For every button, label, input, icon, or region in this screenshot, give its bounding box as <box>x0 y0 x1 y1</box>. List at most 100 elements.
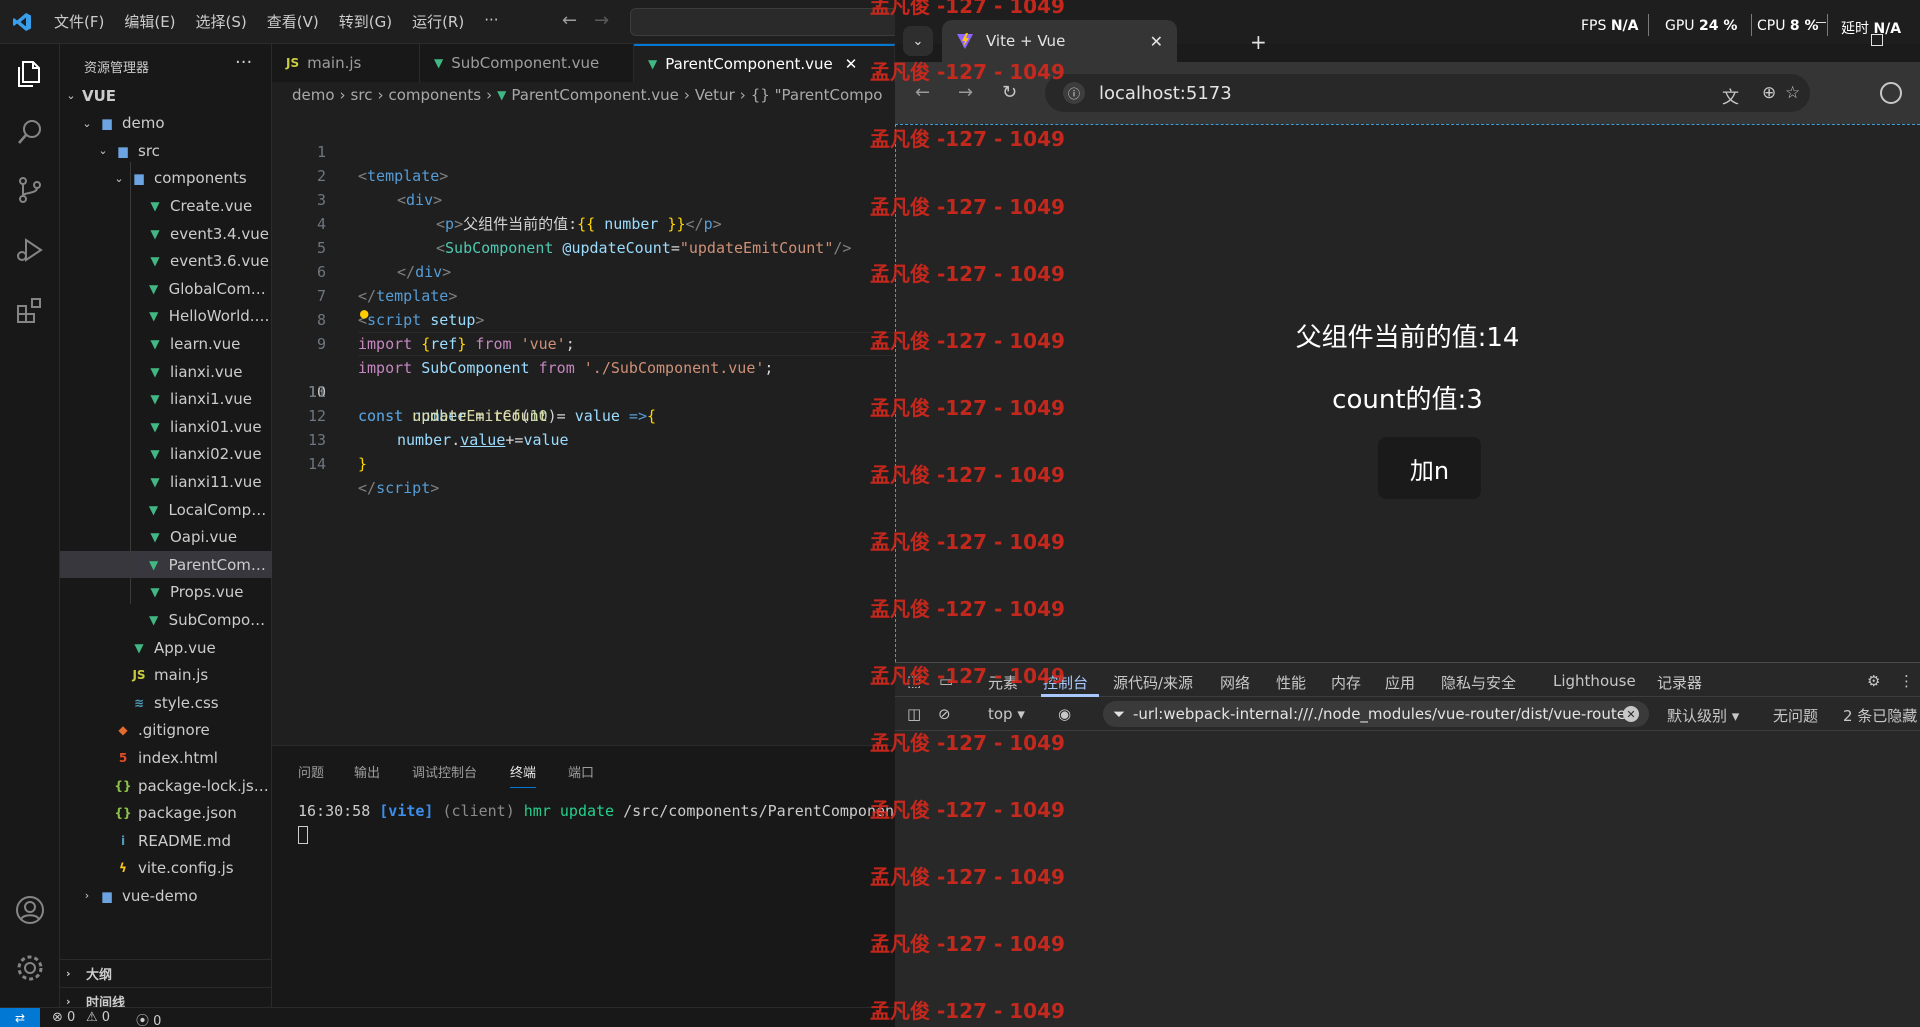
bookmark-star-icon[interactable]: ☆ <box>1785 83 1800 103</box>
devtools-tab-privacy[interactable]: 隐私与安全 <box>1441 672 1516 693</box>
tree-file[interactable]: ▼ lianxi11.vue <box>60 468 272 495</box>
devtools-tab-console[interactable]: 控制台 <box>1043 672 1088 693</box>
devtools-tab-recorder[interactable]: 记录器 <box>1657 672 1702 693</box>
devtools-more-icon[interactable]: ⋮ <box>1899 672 1914 690</box>
devtools-tab-memory[interactable]: 内存 <box>1331 672 1361 693</box>
tree-folder[interactable]: ⌄ ▆ src <box>60 137 272 164</box>
tree-file[interactable]: ≋ style.css <box>60 689 272 716</box>
panel-tab-terminal[interactable]: 终端 <box>510 762 537 788</box>
breadcrumb-item[interactable]: components <box>388 86 481 104</box>
code-editor[interactable]: 1 <template> 2 <div> 3 <p>父组件当前的值:{{ num… <box>272 108 895 745</box>
devtools-tab-elements[interactable]: 元素 <box>988 672 1018 693</box>
errors-indicator[interactable]: ⊗ 0 <box>52 1010 75 1025</box>
tab-subcomponent[interactable]: ▼ SubComponent.vue <box>420 44 634 82</box>
panel-tab-problems[interactable]: 问题 <box>298 762 324 781</box>
close-tab-icon[interactable]: ✕ <box>1150 32 1163 51</box>
tree-folder[interactable]: ⌄ VUE <box>60 82 272 109</box>
run-debug-icon[interactable] <box>14 234 46 266</box>
tree-file[interactable]: JS main.js <box>60 662 272 689</box>
search-icon[interactable] <box>14 116 46 148</box>
address-bar[interactable]: ⓘ localhost:5173 文 ⊕ ☆ <box>1045 74 1810 112</box>
breadcrumb-item[interactable]: ParentComponent.vue <box>511 86 678 104</box>
log-level-dropdown[interactable]: 默认级别 ▾ <box>1667 705 1739 726</box>
tree-file[interactable]: 5 index.html <box>60 744 272 771</box>
tree-file[interactable]: ▼ GlobalCompo... <box>60 275 272 302</box>
devtools-tab-performance[interactable]: 性能 <box>1276 672 1306 693</box>
tree-file[interactable]: ▼ Oapi.vue <box>60 524 272 551</box>
device-toolbar-icon[interactable]: ▭ <box>939 672 953 690</box>
tree-file[interactable]: ▼ event3.6.vue <box>60 248 272 275</box>
menu-file[interactable]: 文件(F) <box>54 11 104 32</box>
warnings-indicator[interactable]: ⚠ 0 <box>86 1010 110 1025</box>
forward-icon[interactable]: → <box>958 82 973 103</box>
tree-folder[interactable]: › ▆ vue-demo <box>60 882 272 909</box>
live-expression-eye-icon[interactable]: ◉ <box>1058 705 1071 723</box>
clear-filter-icon[interactable]: ✕ <box>1623 706 1639 722</box>
new-tab-icon[interactable]: + <box>1250 30 1267 54</box>
tree-file[interactable]: ▼ lianxi01.vue <box>60 413 272 440</box>
tree-file[interactable]: ▼ App.vue <box>60 634 272 661</box>
account-icon[interactable] <box>14 894 46 926</box>
terminal-output[interactable]: 16:30:58 [vite] (client) hmr update /src… <box>298 802 894 820</box>
sidebar-toggle-icon[interactable]: ◫ <box>907 705 921 723</box>
breadcrumb-item[interactable]: src <box>351 86 373 104</box>
menu-more[interactable]: ··· <box>484 11 498 32</box>
tab-main-js[interactable]: JS main.js <box>272 44 420 82</box>
menu-go[interactable]: 转到(G) <box>339 11 392 32</box>
menu-edit[interactable]: 编辑(E) <box>124 11 175 32</box>
tree-folder[interactable]: ⌄ ▆ components <box>60 165 272 192</box>
tree-file[interactable]: ▼ ParentCompo... <box>60 551 272 579</box>
tab-parentcomponent[interactable]: ▼ ParentComponent.vue ✕ <box>634 44 895 82</box>
devtools-settings-gear-icon[interactable]: ⚙ <box>1867 672 1880 690</box>
close-icon[interactable]: ✕ <box>845 55 858 73</box>
inspect-element-icon[interactable]: ⬚ <box>907 672 921 690</box>
back-icon[interactable]: ← <box>915 82 930 103</box>
nav-back-icon[interactable]: ← <box>562 10 577 31</box>
tree-file[interactable]: {} package.json <box>60 800 272 827</box>
devtools-tab-sources[interactable]: 源代码/来源 <box>1113 672 1193 693</box>
devtools-tab-network[interactable]: 网络 <box>1220 672 1250 693</box>
panel-tab-debug-console[interactable]: 调试控制台 <box>412 762 477 781</box>
explorer-icon[interactable] <box>14 58 46 90</box>
site-info-icon[interactable]: ⓘ <box>1063 82 1085 104</box>
panel-tab-ports[interactable]: 端口 <box>568 762 594 781</box>
tree-file[interactable]: ▼ Props.vue <box>60 579 272 606</box>
menu-view[interactable]: 查看(V) <box>267 11 319 32</box>
section-outline[interactable]: › 大纲 <box>60 959 272 987</box>
tree-file[interactable]: ▼ Create.vue <box>60 192 272 219</box>
tree-file[interactable]: ϟ vite.config.js <box>60 855 272 882</box>
tree-folder[interactable]: ⌄ ▆ demo <box>60 110 272 137</box>
tab-search-icon[interactable]: ⌄ <box>903 26 933 56</box>
explorer-more-icon[interactable]: ··· <box>235 52 252 73</box>
tree-file[interactable]: ▼ SubCompone... <box>60 606 272 633</box>
tree-file[interactable]: ▼ LocalCompon... <box>60 496 272 523</box>
tree-file[interactable]: ▼ HelloWorld.vue <box>60 303 272 330</box>
source-control-icon[interactable] <box>14 174 46 206</box>
translate-icon[interactable]: 文 <box>1722 83 1739 108</box>
tree-file[interactable]: ▼ lianxi02.vue <box>60 441 272 468</box>
clear-console-icon[interactable]: ⊘ <box>938 705 951 723</box>
tree-file[interactable]: i README.md <box>60 827 272 854</box>
console-output[interactable] <box>895 731 1920 1027</box>
tree-file[interactable]: ▼ event3.4.vue <box>60 220 272 247</box>
tree-file[interactable]: ▼ learn.vue <box>60 330 272 357</box>
breadcrumb-item[interactable]: demo <box>292 86 335 104</box>
tree-file[interactable]: ▼ lianxi1.vue <box>60 386 272 413</box>
context-selector[interactable]: top ▾ <box>988 705 1025 723</box>
lightbulb-icon[interactable]: ● <box>360 302 368 326</box>
breadcrumb-item[interactable]: {} "ParentCompo <box>751 86 883 104</box>
nav-forward-icon[interactable]: → <box>594 10 609 31</box>
extensions-icon[interactable] <box>14 294 46 326</box>
tree-file[interactable]: {} package-lock.json <box>60 772 272 799</box>
settings-gear-icon[interactable] <box>14 952 46 984</box>
console-filter-input[interactable]: ⏷ -url:webpack-internal:///./node_module… <box>1103 701 1649 727</box>
devtools-tab-lighthouse[interactable]: Lighthouse <box>1553 672 1636 690</box>
profile-avatar-icon[interactable] <box>1880 82 1902 104</box>
reload-icon[interactable]: ↻ <box>1002 82 1017 103</box>
add-n-button[interactable]: 加n <box>1378 437 1481 499</box>
zoom-icon[interactable]: ⊕ <box>1762 83 1776 103</box>
breadcrumb-item[interactable]: Vetur <box>695 86 735 104</box>
tree-file[interactable]: ▼ lianxi.vue <box>60 358 272 385</box>
menu-run[interactable]: 运行(R) <box>412 11 464 32</box>
ports-indicator[interactable]: ⦿ 0 <box>136 1010 161 1027</box>
